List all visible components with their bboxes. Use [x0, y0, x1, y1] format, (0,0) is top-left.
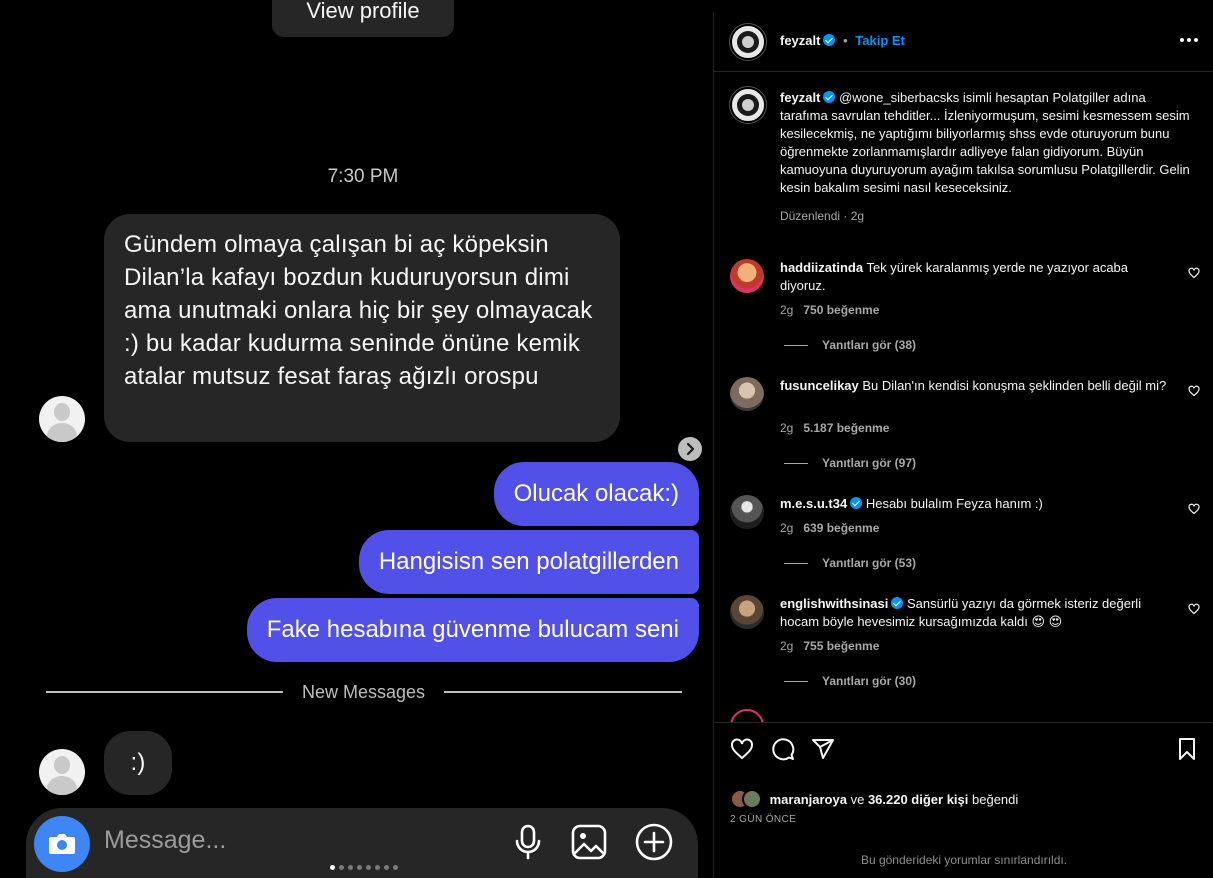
- comment-meta: 2g 639 beğenme: [780, 521, 879, 535]
- post-panel: feyzalt • Takip Et feyzalt @wone_siberba…: [713, 12, 1213, 878]
- comment-meta: 2g 5.187 beğenme: [780, 421, 889, 435]
- commenter-username[interactable]: fusuncelikay: [780, 378, 859, 393]
- post-date[interactable]: 2 GÜN ÖNCE: [730, 814, 796, 825]
- comment-body: englishwithsinasi Sansürlü yazıyı da gör…: [780, 595, 1170, 631]
- verified-badge-icon: [823, 91, 836, 103]
- outgoing-message[interactable]: Fake hesabına güvenme bulucam seni: [246, 598, 699, 662]
- comment-body: fusuncelikay Bu Dilan'ın kendisi konuşma…: [780, 377, 1170, 395]
- view-replies-button[interactable]: Yanıtları gör (97): [784, 456, 916, 470]
- comment-likes[interactable]: 755 beğenme: [803, 639, 879, 653]
- comment-body: haddiizatinda Tek yürek karalanmış yerde…: [780, 259, 1170, 295]
- message-input[interactable]: Message...: [104, 826, 226, 855]
- author-avatar[interactable]: [730, 24, 766, 60]
- microphone-icon[interactable]: [508, 822, 548, 862]
- sender-avatar[interactable]: [39, 749, 85, 795]
- comment-likes[interactable]: 750 beğenme: [803, 303, 879, 317]
- commenter-avatar[interactable]: [730, 709, 764, 722]
- divider-line: [444, 691, 682, 693]
- incoming-message[interactable]: :): [104, 731, 172, 795]
- page-indicator: [330, 864, 400, 872]
- avatar-body: [47, 776, 77, 795]
- outgoing-message[interactable]: Hangisisn sen polatgillerden: [358, 530, 699, 594]
- share-icon[interactable]: [811, 737, 835, 761]
- comment-meta: 2g 755 beğenme: [780, 639, 879, 653]
- comment-age: 2g: [780, 303, 794, 317]
- post-actions: maranjaroya ve 36.220 diğer kişi beğendi…: [714, 722, 1213, 867]
- caption-avatar[interactable]: [730, 87, 766, 123]
- like-comment-icon[interactable]: [1188, 385, 1200, 397]
- add-icon[interactable]: [634, 822, 674, 862]
- view-replies-button[interactable]: Yanıtları gör (53): [784, 556, 916, 570]
- comment-text: Bu Dilan'ın kendisi konuşma şeklinden be…: [862, 378, 1167, 393]
- comments-restricted-notice: Bu gönderideki yorumlar sınırlandırıldı.: [860, 853, 1068, 867]
- comment-body: m.e.s.u.t34 Hesabı bulalım Feyza hanım :…: [780, 495, 1170, 513]
- caption-username[interactable]: feyzalt: [780, 90, 820, 105]
- caption-text: @wone_siberbacsks isimli hesaptan Polatg…: [780, 90, 1190, 195]
- author-line: feyzalt • Takip Et: [780, 33, 905, 48]
- view-replies-button[interactable]: Yanıtları gör (30): [784, 674, 916, 688]
- comment-age: 2g: [780, 639, 794, 653]
- comment-age: 2g: [780, 521, 794, 535]
- likes-connector: ve: [850, 791, 865, 807]
- comment-likes[interactable]: 639 beğenme: [803, 521, 879, 535]
- post-caption: feyzalt @wone_siberbacsks isimli hesapta…: [780, 89, 1190, 225]
- liker-username[interactable]: maranjaroya: [770, 792, 847, 807]
- commenter-username[interactable]: englishwithsinasi: [780, 596, 888, 611]
- caption-meta: Düzenlendi · 2g: [780, 209, 865, 223]
- new-messages-label: New Messages: [301, 682, 426, 702]
- view-replies-button[interactable]: Yanıtları gör (38): [784, 338, 916, 352]
- avatar-head: [54, 403, 70, 421]
- commenter-avatar[interactable]: [730, 377, 764, 411]
- comment-icon[interactable]: [771, 737, 795, 761]
- camera-icon: [49, 834, 75, 854]
- avatar-body: [47, 423, 77, 442]
- sender-avatar[interactable]: [39, 396, 85, 442]
- commenter-username[interactable]: haddiizatinda: [780, 260, 863, 275]
- divider-line: [46, 691, 283, 693]
- new-messages-divider: New Messages: [46, 678, 682, 706]
- commenter-avatar[interactable]: [730, 595, 764, 629]
- verified-badge-icon: [891, 597, 904, 609]
- outgoing-message[interactable]: Olucak olacak:): [493, 462, 699, 526]
- gallery-icon[interactable]: [569, 822, 609, 862]
- follow-button[interactable]: Takip Et: [855, 33, 905, 48]
- commenter-avatar[interactable]: [730, 259, 764, 293]
- comment-age: 2g: [780, 421, 794, 435]
- comment-meta: 2g 750 beğenme: [780, 303, 879, 317]
- avatar-center: [742, 36, 754, 48]
- like-comment-icon[interactable]: [1188, 503, 1200, 515]
- commenter-username[interactable]: m.e.s.u.t34: [780, 496, 847, 511]
- liker-avatar[interactable]: [742, 789, 762, 809]
- post-header: feyzalt • Takip Et: [714, 12, 1213, 72]
- more-options-icon[interactable]: [1180, 38, 1200, 44]
- like-comment-icon[interactable]: [1188, 603, 1200, 615]
- avatar-center: [742, 99, 754, 111]
- view-profile-button[interactable]: View profile: [272, 0, 454, 37]
- separator-dot: •: [843, 33, 848, 48]
- like-comment-icon[interactable]: [1188, 267, 1200, 279]
- verified-badge-icon: [850, 497, 863, 509]
- avatar-head: [54, 756, 70, 774]
- commenter-avatar[interactable]: [730, 495, 764, 529]
- heart-icon[interactable]: [730, 737, 754, 761]
- dm-thread: View profile 7:30 PM Gündem olmaya çalış…: [0, 0, 713, 878]
- comment-likes[interactable]: 5.187 beğenme: [803, 421, 889, 435]
- comment-text: Hesabı bulalım Feyza hanım :): [865, 496, 1043, 511]
- likes-summary: maranjaroya ve 36.220 diğer kişi beğendi: [730, 789, 1018, 809]
- chevron-right-icon[interactable]: [678, 437, 702, 461]
- likes-count[interactable]: 36.220 diğer kişi: [868, 792, 968, 807]
- likes-suffix: beğendi: [972, 791, 1019, 807]
- comments-section[interactable]: feyzalt @wone_siberbacsks isimli hesapta…: [714, 73, 1213, 722]
- verified-badge-icon: [823, 34, 836, 46]
- incoming-message[interactable]: Gündem olmaya çalışan bi aç köpeksin Dil…: [104, 214, 620, 442]
- bookmark-icon[interactable]: [1175, 737, 1199, 761]
- author-username[interactable]: feyzalt: [780, 33, 820, 48]
- message-timestamp: 7:30 PM: [327, 166, 399, 187]
- camera-button[interactable]: [34, 816, 90, 872]
